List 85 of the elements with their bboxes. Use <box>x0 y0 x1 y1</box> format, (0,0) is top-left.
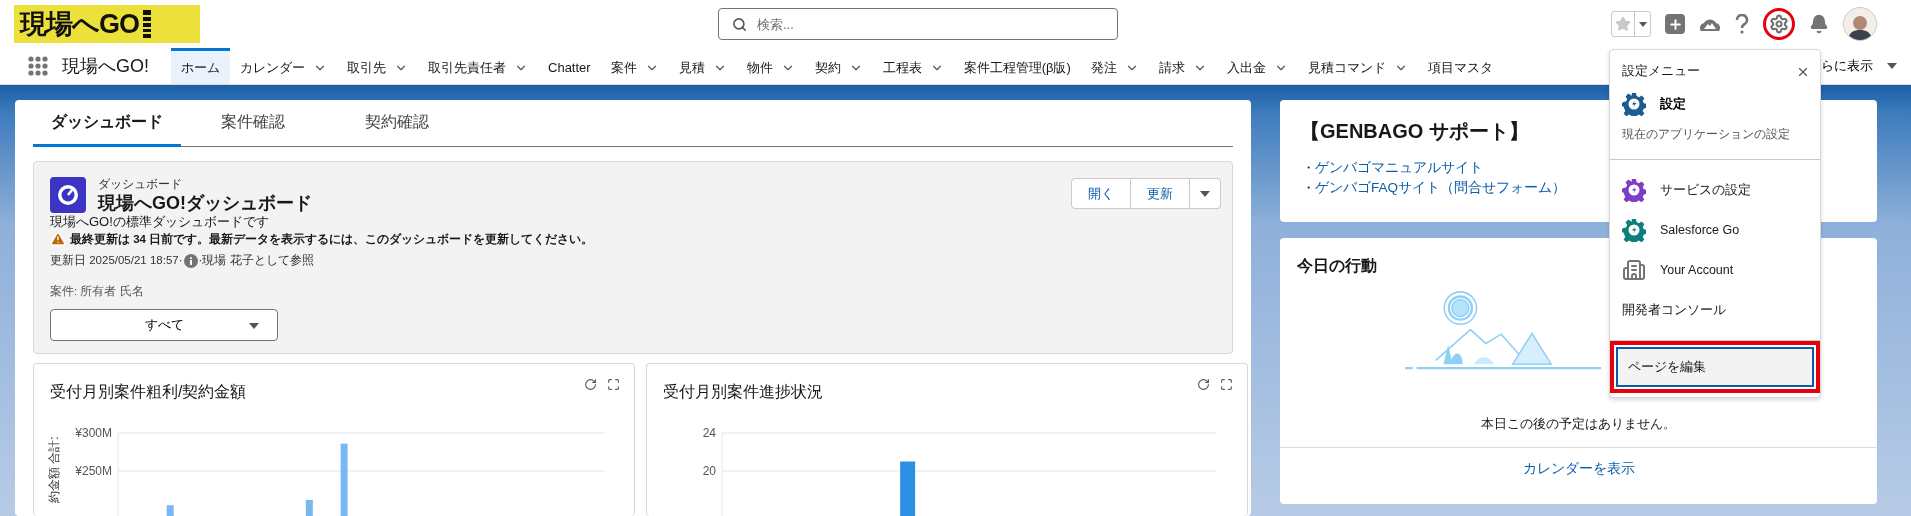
dashboard-title: 現場へGO!ダッシュボード <box>98 193 312 213</box>
card-title: 【GENBAGO サポート】 <box>1300 119 1529 144</box>
chart-bar <box>900 461 916 516</box>
warning-icon <box>50 231 66 247</box>
gauge-drawing <box>56 182 80 207</box>
chart-bar <box>305 499 313 516</box>
updated-date: 更新日 2025/05/21 18:57· <box>50 253 183 268</box>
support-link[interactable]: ゲンバゴマニュアルサイト <box>1315 159 1483 177</box>
search-field[interactable]: 検索... <box>718 8 1118 40</box>
avatar-icon[interactable] <box>1843 7 1877 41</box>
nav-tab[interactable]: 請求 <box>1148 48 1217 84</box>
nav-tab[interactable]: カレンダー <box>230 48 337 84</box>
tab[interactable]: 契約確認 <box>325 100 469 147</box>
app-name: 現場へGO! <box>61 55 150 78</box>
dropdown-button[interactable] <box>1190 178 1221 209</box>
nav-tab[interactable]: 見積 <box>668 48 737 84</box>
expand-icon[interactable] <box>607 378 620 391</box>
more-tabs-button[interactable]: らに表示 <box>1817 48 1911 84</box>
view-calendar-link[interactable]: カレンダーを表示 <box>1522 460 1635 478</box>
nav-tab[interactable]: 発注 <box>1080 48 1149 84</box>
logo[interactable]: 現場へGO <box>14 5 200 43</box>
nav-tab[interactable]: 物件 <box>736 48 805 84</box>
tab[interactable]: ダッシュボード <box>33 100 181 147</box>
tab[interactable]: 案件確認 <box>181 100 325 147</box>
bell-icon <box>1809 14 1829 34</box>
bullet: ・ <box>1302 159 1315 177</box>
dashboard-description: 現場へGO!の標準ダッシュボードです <box>50 213 270 231</box>
menu-item[interactable]: サービスの設定 <box>1610 170 1820 210</box>
menu-item[interactable]: Your Account <box>1610 250 1820 290</box>
axis-label: 20 <box>702 464 716 478</box>
expand-icon[interactable] <box>1220 378 1233 391</box>
nav-tab[interactable]: ホーム <box>171 48 230 84</box>
nav-tab[interactable]: 項目マスタ <box>1417 48 1503 84</box>
nav-tab[interactable]: 取引先責任者 <box>418 48 538 84</box>
nav-tab[interactable]: 案件 <box>600 48 669 84</box>
chart-title: 受付月別案件粗利/契約金額 <box>50 382 248 402</box>
viewing-as-text: ·現場 花子として参照 <box>198 253 314 268</box>
stripes-icon <box>143 10 151 38</box>
nav-tab[interactable]: 入出金 <box>1216 48 1298 84</box>
nav-tab[interactable]: 工程表 <box>872 48 954 84</box>
nav-tab[interactable]: 見積コマンド <box>1297 48 1418 84</box>
refresh-icon[interactable] <box>584 378 597 391</box>
menu-item[interactable]: ページを編集 <box>1616 347 1814 387</box>
menu-item-label: 設定 <box>1660 95 1686 113</box>
search-icon <box>732 17 747 32</box>
axis-label: ¥300M <box>75 426 112 440</box>
menu-item-description: 現在のアプリケーションの設定 <box>1622 126 1791 143</box>
empty-state-message: 本日この後の予定はありません。 <box>1481 416 1676 433</box>
nav-tab[interactable]: 案件工程管理(β版) <box>953 48 1081 84</box>
caret-icon <box>1638 21 1647 27</box>
menu-item[interactable]: Salesforce Go <box>1610 210 1820 250</box>
filter-label: 案件: 所有者 氏名 <box>50 284 145 299</box>
stale-data-warning: 最終更新は 34 日前です。最新データを表示するには、このダッシュボードを更新してください。 <box>70 231 594 247</box>
axis-label: 24 <box>702 426 716 440</box>
notifications-button[interactable] <box>1809 14 1829 34</box>
building-icon <box>1622 258 1646 282</box>
chart-bar <box>166 505 174 516</box>
dashboard-button[interactable]: 更新 <box>1131 178 1190 209</box>
app-launcher-icon[interactable] <box>28 56 48 76</box>
nav-tab[interactable]: 契約 <box>804 48 873 84</box>
record-type-label: ダッシュボード <box>98 176 183 193</box>
filter-select[interactable]: すべて <box>50 309 278 341</box>
help-icon[interactable] <box>1735 14 1749 34</box>
add-button[interactable] <box>1665 14 1685 34</box>
caret-icon <box>249 323 259 329</box>
card-title: 今日の行動 <box>1297 256 1377 276</box>
refresh-icon[interactable] <box>1197 378 1210 391</box>
info-icon[interactable] <box>183 253 198 268</box>
axis-label: ¥250M <box>75 464 112 478</box>
gear-icon <box>1769 14 1789 34</box>
plus-icon <box>1667 16 1683 32</box>
star-icon <box>1615 16 1631 32</box>
chart-title: 受付月別案件進捗状況 <box>663 382 824 402</box>
settings-button[interactable] <box>1763 8 1795 40</box>
caret-icon <box>1200 190 1210 197</box>
nav-tab[interactable]: 取引先 <box>337 48 418 84</box>
axis-title: 約金額 合計: <box>47 436 61 503</box>
support-link[interactable]: ゲンバゴFAQサイト（問合せフォーム） <box>1315 179 1566 197</box>
menu-item[interactable]: 開発者コンソール <box>1610 290 1820 330</box>
menu-title: 設定メニュー <box>1622 63 1700 80</box>
bullet: ・ <box>1302 179 1315 197</box>
nav-tab[interactable]: Chatter <box>538 48 601 84</box>
caret-icon <box>1887 63 1897 69</box>
dashboard-button[interactable]: 開く <box>1071 178 1131 209</box>
menu-item[interactable]: 設定 現在のアプリケーションの設定 <box>1610 90 1820 145</box>
